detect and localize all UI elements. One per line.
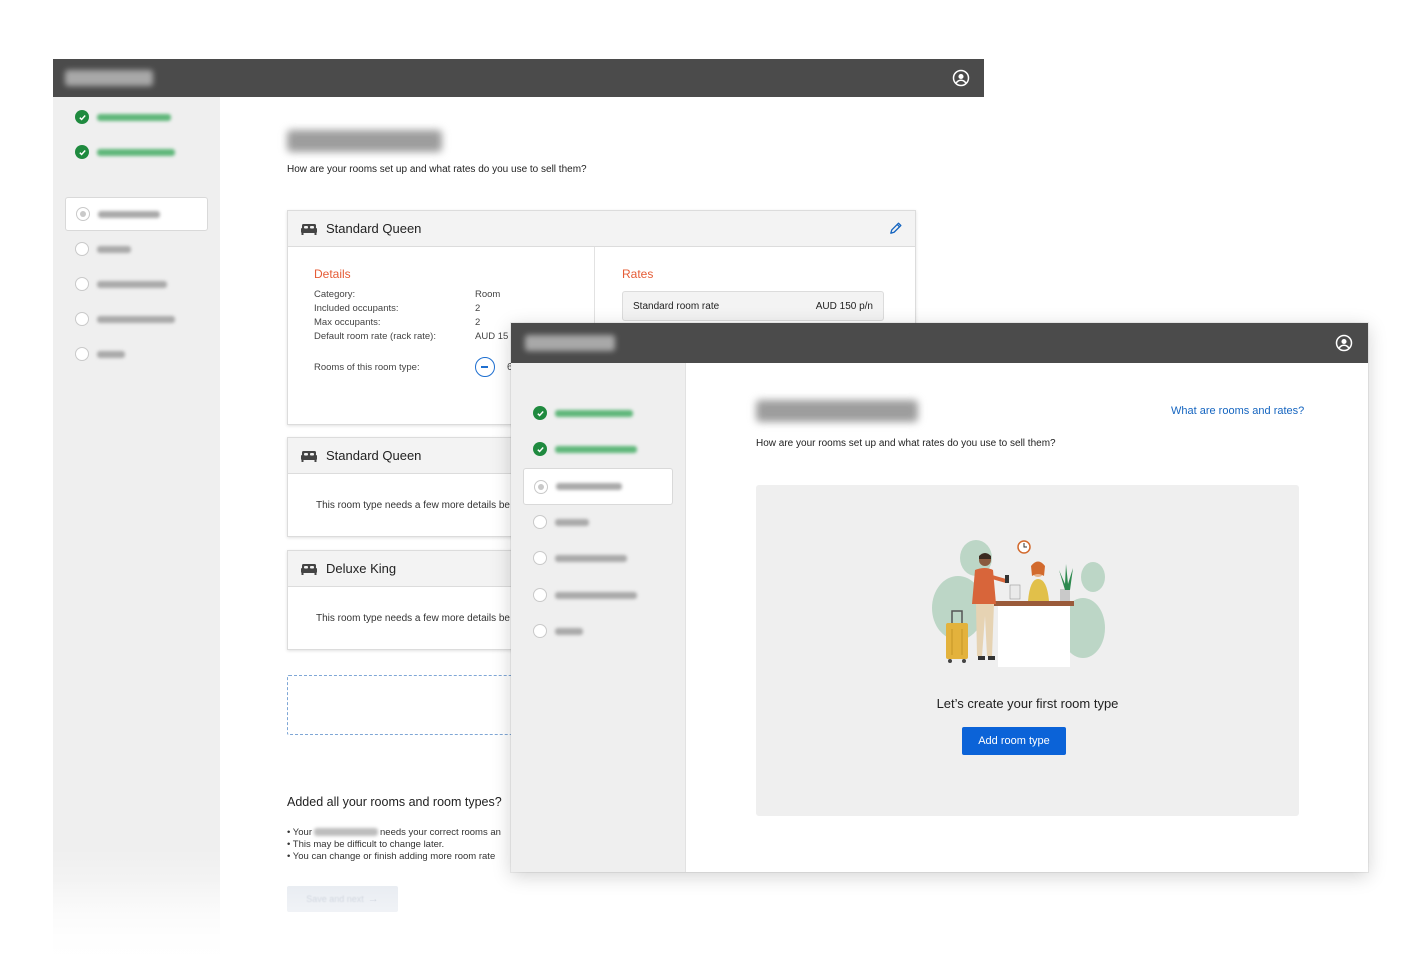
bed-icon	[301, 450, 317, 462]
check-icon	[75, 110, 89, 124]
main-content: What are rooms and rates? How are your r…	[686, 363, 1368, 872]
property-name-blur	[314, 828, 378, 837]
radio-icon	[76, 207, 90, 221]
top-bar	[53, 59, 984, 97]
step-item-current[interactable]	[65, 197, 208, 231]
step-label	[97, 280, 167, 288]
check-icon	[75, 145, 89, 159]
app-logo	[525, 335, 615, 351]
step-label	[556, 483, 622, 490]
setup-steps-sidebar	[511, 363, 686, 872]
step-label	[97, 148, 175, 156]
added-all-title: Added all your rooms and room types?	[287, 795, 502, 809]
step-item[interactable]	[523, 505, 673, 539]
page-title	[287, 130, 442, 152]
bullet-text: needs your correct rooms an	[380, 827, 501, 838]
page-subtitle: How are your rooms set up and what rates…	[756, 438, 1056, 449]
app-logo	[65, 70, 153, 86]
check-icon	[533, 406, 547, 420]
radio-icon	[75, 312, 89, 326]
detail-value: Room	[475, 289, 501, 300]
detail-label: Category:	[314, 289, 356, 300]
front-window: What are rooms and rates? How are your r…	[511, 323, 1368, 872]
step-item[interactable]	[523, 541, 673, 575]
room-type-name: Standard Queen	[326, 448, 422, 463]
step-label	[555, 591, 637, 599]
rate-price: AUD 150 p/n	[815, 300, 873, 312]
save-label: Save and next	[306, 894, 364, 904]
step-label	[555, 554, 627, 562]
room-type-name: Standard Queen	[326, 221, 422, 236]
rates-title: Rates	[622, 267, 654, 281]
empty-state-caption: Let’s create your first room type	[936, 696, 1119, 711]
step-label	[97, 113, 171, 121]
bullet-item: • This may be difficult to change later.	[287, 839, 445, 850]
radio-icon	[75, 347, 89, 361]
detail-label: Default room rate (rack rate):	[314, 331, 436, 342]
detail-label: Included occupants:	[314, 303, 399, 314]
step-label	[97, 315, 175, 323]
setup-steps-sidebar	[53, 97, 220, 968]
step-item[interactable]	[523, 578, 673, 612]
step-item[interactable]	[65, 232, 207, 266]
rate-row[interactable]: Standard room rate AUD 150 p/n	[622, 291, 884, 321]
rooms-rates-help-link[interactable]: What are rooms and rates?	[1171, 405, 1304, 417]
step-label	[98, 210, 160, 218]
step-item[interactable]	[65, 302, 207, 336]
front-desk-illustration	[932, 540, 1105, 667]
step-label	[97, 245, 131, 253]
top-bar	[511, 323, 1368, 363]
detail-value: 2	[475, 317, 481, 328]
step-item[interactable]	[65, 337, 207, 371]
bullet-item: • Your needs your correct rooms an	[287, 827, 501, 838]
radio-icon	[533, 624, 547, 638]
page-title	[756, 400, 918, 422]
step-label	[555, 518, 589, 526]
radio-icon	[75, 277, 89, 291]
step-label	[555, 445, 637, 453]
radio-icon	[534, 479, 548, 494]
step-item-current[interactable]	[523, 468, 673, 505]
add-room-type-button[interactable]: Add room type	[962, 727, 1066, 755]
save-and-next-button[interactable]: Save and next →	[287, 886, 398, 912]
radio-icon	[533, 551, 547, 565]
step-item[interactable]	[65, 267, 207, 301]
check-icon	[533, 442, 547, 456]
step-item[interactable]	[65, 135, 207, 169]
arrow-right-icon: →	[367, 893, 379, 905]
bullet-item: • You can change or finish adding more r…	[287, 851, 496, 862]
detail-value: 2	[475, 303, 481, 314]
step-label	[555, 409, 633, 417]
rate-name: Standard room rate	[633, 300, 720, 312]
rooms-count-label: Rooms of this room type:	[314, 362, 420, 373]
bed-icon	[301, 563, 317, 575]
detail-value: AUD 15	[475, 331, 509, 342]
bullet-text: • Your	[287, 827, 312, 838]
step-item[interactable]	[65, 100, 207, 134]
step-label	[97, 350, 125, 358]
room-type-name: Deluxe King	[326, 561, 397, 576]
empty-state-panel: Let’s create your first room type Add ro…	[756, 485, 1299, 816]
page-subtitle: How are your rooms set up and what rates…	[287, 164, 587, 175]
user-circle-icon[interactable]	[952, 69, 970, 87]
details-title: Details	[314, 267, 351, 281]
step-item[interactable]	[523, 614, 673, 648]
step-item[interactable]	[523, 396, 673, 430]
detail-label: Max occupants:	[314, 317, 381, 328]
radio-icon	[533, 515, 547, 529]
bed-icon	[301, 223, 317, 235]
step-item[interactable]	[523, 432, 673, 466]
radio-icon	[533, 588, 547, 602]
pencil-icon[interactable]	[888, 221, 903, 236]
user-circle-icon[interactable]	[1335, 334, 1353, 352]
step-label	[555, 627, 583, 635]
radio-icon	[75, 242, 89, 256]
room-card-header: Standard Queen	[288, 211, 915, 247]
decrease-rooms-button[interactable]	[475, 357, 495, 377]
